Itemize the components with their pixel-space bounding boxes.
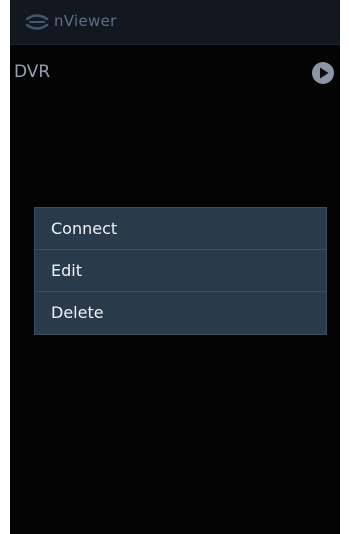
connect-label: Connect [51,219,118,238]
app-screen: nViewer DVR Connect Edit Delete [10,0,340,534]
edit-menu-item[interactable]: Edit [35,250,326,292]
device-name: DVR [14,62,51,82]
play-icon[interactable] [310,60,336,86]
nviewer-logo-icon [25,14,49,30]
title-bar: nViewer [10,0,340,45]
device-list-item[interactable]: DVR [10,50,340,96]
app-title: nViewer [54,12,117,30]
delete-menu-item[interactable]: Delete [35,292,326,334]
edit-label: Edit [51,261,82,280]
connect-menu-item[interactable]: Connect [35,208,326,250]
context-menu: Connect Edit Delete [34,207,327,335]
delete-label: Delete [51,303,104,322]
